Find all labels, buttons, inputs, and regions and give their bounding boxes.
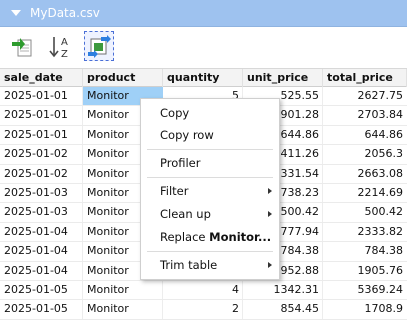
cell-quantity[interactable]: 4 — [163, 281, 243, 299]
cell-total-price[interactable]: 644.86 — [323, 126, 407, 144]
cell-total-price[interactable]: 2627.75 — [323, 87, 407, 105]
cell-product[interactable]: Monitor — [83, 300, 163, 318]
menu-item-copy[interactable]: Copy — [141, 102, 279, 124]
menu-item-profiler[interactable]: Profiler — [141, 152, 279, 174]
column-header-sale-date[interactable]: sale_date — [0, 69, 83, 87]
cell-total-price[interactable]: 784.38 — [323, 242, 407, 260]
cell-unit-price[interactable]: 854.45 — [243, 300, 323, 318]
cell-total-price[interactable]: 1708.9 — [323, 300, 407, 318]
cell-total-price[interactable]: 2214.69 — [323, 184, 407, 202]
menu-separator — [147, 177, 273, 178]
cell-quantity[interactable]: 2 — [163, 300, 243, 318]
menu-item-filter[interactable]: Filter — [141, 180, 279, 202]
cell-sale-date[interactable]: 2025-01-05 — [0, 300, 83, 318]
export-button[interactable] — [8, 31, 38, 61]
cell-sale-date[interactable]: 2025-01-01 — [0, 126, 83, 144]
table-header: sale_date product quantity unit_price to… — [0, 68, 407, 87]
menu-item-copy-row[interactable]: Copy row — [141, 124, 279, 146]
cell-sale-date[interactable]: 2025-01-04 — [0, 223, 83, 241]
collapse-arrow-icon[interactable] — [11, 10, 21, 16]
cell-total-price[interactable]: 2663.08 — [323, 165, 407, 183]
cell-sale-date[interactable]: 2025-01-02 — [0, 165, 83, 183]
menu-item-clean-up[interactable]: Clean up — [141, 203, 279, 225]
context-menu: Copy Copy row Profiler Filter Clean up R… — [140, 98, 280, 280]
transfer-button[interactable] — [84, 31, 114, 61]
column-header-unit-price[interactable]: unit_price — [243, 69, 323, 87]
cell-total-price[interactable]: 5369.24 — [323, 281, 407, 299]
submenu-arrow-icon — [268, 188, 272, 194]
menu-item-label: Copy row — [160, 128, 214, 142]
menu-item-label-prefix: Replace — [160, 230, 210, 244]
cell-total-price[interactable]: 1905.76 — [323, 262, 407, 280]
submenu-arrow-icon — [268, 262, 272, 268]
submenu-arrow-icon — [268, 211, 272, 217]
menu-item-trim-table[interactable]: Trim table — [141, 254, 279, 276]
menu-item-label: Filter — [160, 184, 189, 198]
menu-item-label: Profiler — [160, 156, 201, 170]
cell-total-price[interactable]: 500.42 — [323, 203, 407, 221]
sort-button[interactable]: A Z — [46, 31, 76, 61]
cell-sale-date[interactable]: 2025-01-03 — [0, 184, 83, 202]
cell-total-price[interactable]: 2333.82 — [323, 223, 407, 241]
cell-sale-date[interactable]: 2025-01-01 — [0, 87, 83, 105]
cell-product[interactable]: Monitor — [83, 281, 163, 299]
cell-sale-date[interactable]: 2025-01-03 — [0, 203, 83, 221]
sort-az-icon: A Z — [49, 37, 68, 60]
cell-total-price[interactable]: 2056.3 — [323, 145, 407, 163]
menu-item-label-value: Monitor... — [209, 230, 272, 244]
export-icon — [12, 38, 32, 57]
column-header-product[interactable]: product — [83, 69, 163, 87]
menu-separator — [147, 149, 273, 150]
column-header-total-price[interactable]: total_price — [323, 69, 407, 87]
cell-sale-date[interactable]: 2025-01-01 — [0, 106, 83, 124]
cell-sale-date[interactable]: 2025-01-04 — [0, 242, 83, 260]
window-titlebar[interactable]: MyData.csv — [0, 0, 407, 27]
menu-item-label: Copy — [160, 106, 190, 120]
cell-total-price[interactable]: 2703.84 — [323, 106, 407, 124]
window-title: MyData.csv — [30, 6, 100, 20]
sort-letter-a: A — [61, 37, 68, 48]
column-header-quantity[interactable]: quantity — [163, 69, 243, 87]
menu-item-label: Clean up — [160, 207, 211, 221]
menu-item-label: Trim table — [160, 258, 218, 272]
table-row[interactable]: 2025-01-05 Monitor 4 1342.31 5369.24 — [0, 281, 407, 301]
toolbar: A Z — [0, 28, 407, 68]
sort-letter-z: Z — [61, 49, 68, 60]
cell-unit-price[interactable]: 1342.31 — [243, 281, 323, 299]
menu-item-replace[interactable]: Replace Monitor... — [141, 226, 279, 248]
transfer-icon — [88, 35, 111, 58]
cell-sale-date[interactable]: 2025-01-04 — [0, 262, 83, 280]
menu-separator — [147, 251, 273, 252]
cell-sale-date[interactable]: 2025-01-02 — [0, 145, 83, 163]
cell-sale-date[interactable]: 2025-01-05 — [0, 281, 83, 299]
table-row[interactable]: 2025-01-05 Monitor 2 854.45 1708.9 — [0, 300, 407, 320]
